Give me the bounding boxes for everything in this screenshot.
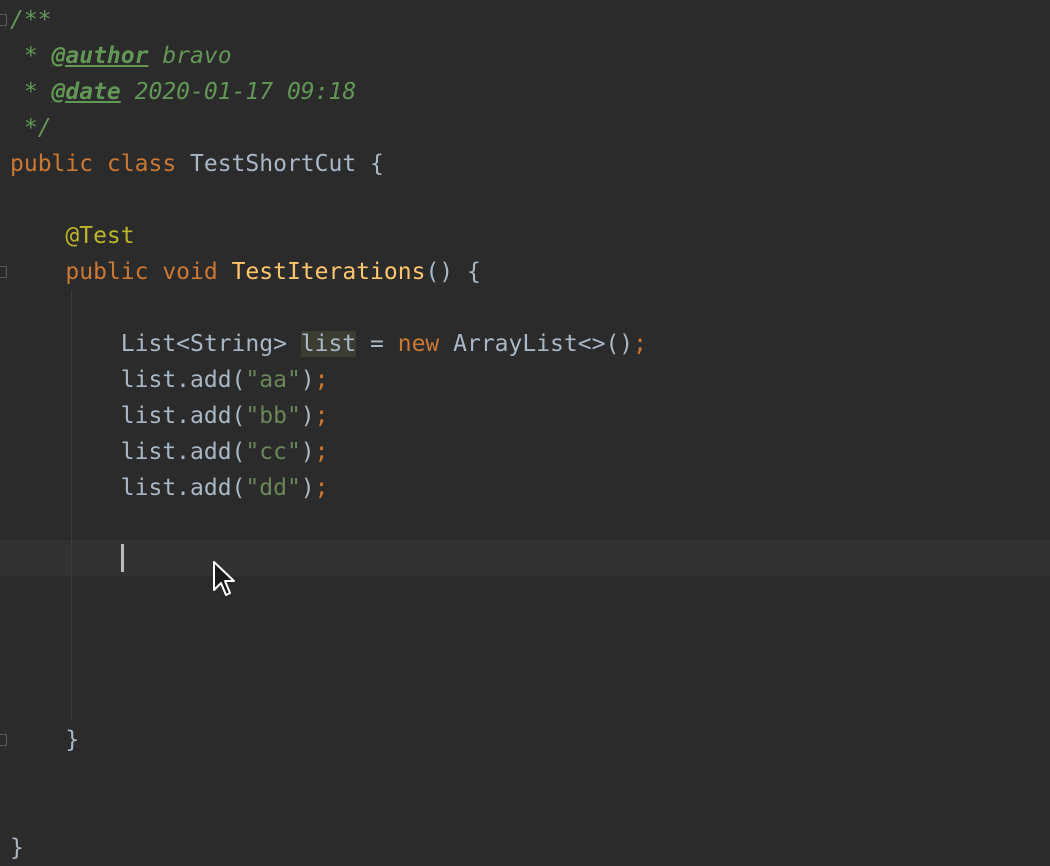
- code-token: list: [300, 331, 357, 357]
- code-token: ;: [314, 439, 329, 465]
- code-token: List<String>: [10, 331, 301, 357]
- code-line[interactable]: list.add("bb");: [10, 398, 329, 434]
- code-line[interactable]: public class TestShortCut {: [10, 146, 384, 182]
- code-token: ): [300, 475, 315, 501]
- code-token: ): [300, 439, 315, 465]
- code-token: ArrayList<>(): [453, 331, 634, 357]
- code-token: list.add(: [10, 475, 246, 501]
- text-caret: [121, 544, 124, 572]
- code-line[interactable]: list.add("aa");: [10, 362, 329, 398]
- code-line[interactable]: public void TestIterations() {: [10, 254, 481, 290]
- code-token: ): [300, 403, 315, 429]
- code-token: *: [10, 43, 52, 69]
- code-editor[interactable]: /** * @author bravo * @date 2020-01-17 0…: [0, 0, 1050, 862]
- fold-marker-icon[interactable]: [0, 734, 7, 746]
- code-token: ): [300, 367, 315, 393]
- mouse-pointer-icon: [213, 561, 235, 596]
- code-token: TestShortCut {: [190, 151, 384, 177]
- code-token: TestIterations: [231, 259, 426, 285]
- code-token: =: [356, 331, 398, 357]
- code-token: "cc": [245, 439, 301, 465]
- code-token: }: [10, 727, 80, 753]
- code-token: ;: [314, 367, 329, 393]
- code-line[interactable]: list.add("dd");: [10, 470, 329, 506]
- code-token: */: [10, 115, 52, 141]
- code-token: public void: [65, 259, 232, 285]
- code-token: @date: [51, 79, 121, 105]
- code-token: ;: [314, 403, 329, 429]
- code-line[interactable]: * @author bravo: [10, 38, 232, 74]
- code-token: "dd": [245, 475, 301, 501]
- code-line[interactable]: @Test: [10, 218, 135, 254]
- code-line[interactable]: * @date 2020-01-17 09:18: [10, 74, 356, 110]
- code-line[interactable]: list.add("cc");: [10, 434, 329, 470]
- code-token: bravo: [148, 43, 232, 69]
- code-token: 2020-01-17 09:18: [120, 79, 357, 105]
- code-token: list.add(: [10, 439, 246, 465]
- code-token: () {: [425, 259, 481, 285]
- code-line[interactable]: List<String> list = new ArrayList<>();: [10, 326, 647, 362]
- code-token: @Test: [65, 223, 135, 249]
- current-line-highlight: [0, 540, 1050, 576]
- code-token: ;: [633, 331, 647, 357]
- code-token: new: [397, 331, 454, 357]
- code-token: @author: [51, 43, 149, 69]
- code-token: list.add(: [10, 367, 246, 393]
- fold-marker-icon[interactable]: [0, 266, 7, 278]
- code-token: *: [10, 79, 52, 105]
- code-token: "bb": [245, 403, 301, 429]
- fold-marker-icon[interactable]: [0, 14, 7, 26]
- code-token: public class: [10, 151, 191, 177]
- code-line[interactable]: }: [10, 722, 79, 758]
- code-token: ;: [314, 475, 329, 501]
- code-token: }: [10, 835, 24, 861]
- code-line[interactable]: */: [10, 110, 52, 146]
- code-token: list.add(: [10, 403, 246, 429]
- code-token: /**: [10, 7, 52, 33]
- code-line[interactable]: /**: [10, 2, 52, 38]
- code-token: "aa": [245, 367, 301, 393]
- code-line[interactable]: }: [10, 830, 24, 866]
